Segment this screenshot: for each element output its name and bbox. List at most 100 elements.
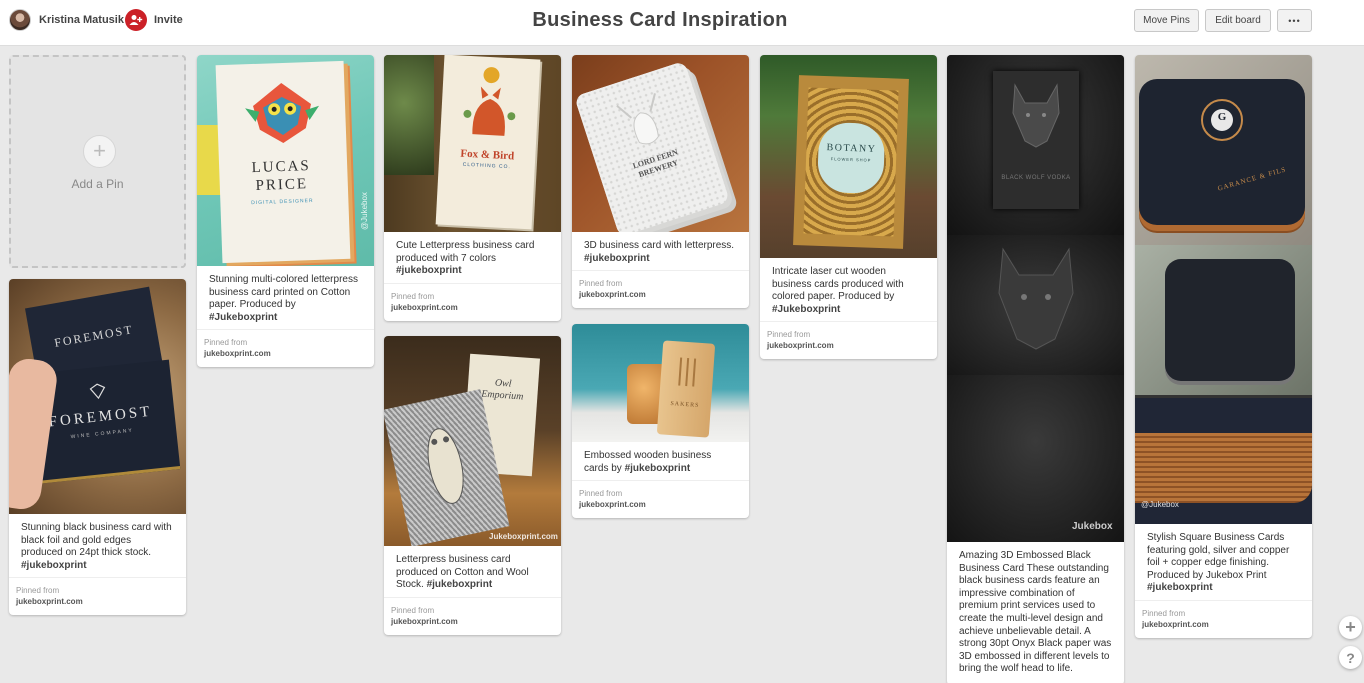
edit-board-button[interactable]: Edit board	[1205, 9, 1271, 32]
pin-description-text: Stylish Square Business Cards featuring …	[1147, 532, 1290, 581]
fox-illustration-icon	[463, 67, 516, 136]
pinned-from-label: Pinned from	[767, 330, 811, 340]
pin-description-text: Amazing 3D Embossed Black Business Card …	[959, 550, 1112, 675]
business-card: Fox & Bird CLOTHING CO.	[435, 55, 541, 230]
help-icon: ?	[1346, 649, 1355, 666]
card-text: PRICE	[255, 176, 309, 194]
invite-button[interactable]: Invite	[125, 9, 183, 31]
pin-description: Stunning multi-colored letterpress busin…	[197, 266, 374, 329]
board-header: Kristina Matusik Invite Business Card In…	[0, 0, 1364, 46]
pin-hashtag[interactable]: #jukeboxprint	[396, 265, 462, 276]
business-card: SAKERS	[656, 340, 716, 438]
pin-card[interactable]: BOTANY FLOWER SHOP Intricate laser cut w…	[760, 55, 937, 360]
pin-source-domain[interactable]: jukeboxprint.com	[579, 289, 742, 300]
pin-source[interactable]: Pinned from jukeboxprint.com	[760, 321, 937, 359]
pin-source-domain[interactable]: jukeboxprint.com	[767, 340, 930, 351]
pin-image[interactable]: Fox & Bird CLOTHING CO.	[384, 55, 561, 232]
pin-image[interactable]: SAKERS	[572, 324, 749, 442]
business-card: BLACK WOLF VODKA	[993, 71, 1079, 209]
pin-description: Letterpress business card produced on Co…	[384, 546, 561, 597]
owl-illustration-icon	[245, 83, 320, 143]
pin-image[interactable]: LORD FERN BREWERY	[572, 55, 749, 232]
invite-label: Invite	[154, 14, 183, 26]
pin-description-text: 3D business card with letterpress.	[584, 240, 735, 251]
pin-source[interactable]: Pinned from jukeboxprint.com	[384, 282, 561, 321]
pinned-from-label: Pinned from	[391, 605, 435, 615]
pin-source[interactable]: Pinned from jukeboxprint.com	[9, 577, 186, 615]
pinned-from-label: Pinned from	[391, 291, 435, 301]
card-text: BLACK WOLF VODKA	[1001, 175, 1071, 181]
pin-card[interactable]: Owl Emporium Jukeboxprint.com Letterpres…	[384, 336, 561, 635]
watermark: @Jukebox	[1141, 500, 1179, 509]
pin-card[interactable]: BLACK WOLF VODKA Jukebox Amazing 3D Embo…	[947, 55, 1124, 683]
pin-source[interactable]: Pinned from jukeboxprint.com	[572, 270, 749, 308]
pin-description-text: Cute Letterpress business card produced …	[396, 240, 535, 264]
business-card: LUCAS PRICE DIGITAL DESIGNER	[215, 60, 351, 264]
add-pin-tile[interactable]: + Add a Pin	[9, 55, 186, 268]
add-pin-icon[interactable]: +	[83, 135, 116, 168]
pin-image[interactable]: G GARANCE & FILS @Jukebox	[1135, 55, 1312, 524]
watermark: @Jukebox	[360, 192, 369, 230]
wolf-head-icon	[1012, 83, 1060, 148]
pin-card[interactable]: LORD FERN BREWERY 3D business card with …	[572, 55, 749, 309]
help-button[interactable]: ?	[1339, 646, 1362, 669]
pin-description: 3D business card with letterpress. #juke…	[572, 232, 749, 270]
pin-image[interactable]: BLACK WOLF VODKA Jukebox	[947, 55, 1124, 542]
pin-hashtag[interactable]: #jukeboxprint	[584, 253, 650, 264]
pin-source[interactable]: Pinned from jukeboxprint.com	[384, 596, 561, 635]
pin-description: Intricate laser cut wooden business card…	[760, 258, 937, 321]
watermark: Jukebox	[1072, 521, 1113, 532]
pin-card[interactable]: LUCAS PRICE DIGITAL DESIGNER @Jukebox St…	[197, 55, 374, 368]
pin-image[interactable]: LUCAS PRICE DIGITAL DESIGNER @Jukebox	[197, 55, 374, 266]
pinned-from-label: Pinned from	[1142, 608, 1186, 618]
card-text: G	[1217, 111, 1227, 123]
pin-hashtag[interactable]: #Jukeboxprint	[209, 312, 277, 323]
add-pin-fab[interactable]: +	[1339, 616, 1362, 639]
pin-hashtag[interactable]: #jukeboxprint	[427, 579, 493, 590]
pin-source[interactable]: Pinned from jukeboxprint.com	[197, 329, 374, 367]
pin-card[interactable]: FOREMOST FOREMOST WINE COMPANY Stunning …	[9, 279, 186, 616]
pin-source-domain[interactable]: jukeboxprint.com	[1142, 619, 1305, 630]
deer-head-icon	[616, 93, 659, 145]
add-pin-label[interactable]: Add a Pin	[11, 177, 184, 191]
pin-source-domain[interactable]: jukeboxprint.com	[579, 499, 742, 510]
card-text: SAKERS	[670, 400, 700, 409]
pin-hashtag[interactable]: #Jukeboxprint	[772, 304, 840, 315]
wolf-head-icon	[998, 247, 1074, 350]
pin-description: Cute Letterpress business card produced …	[384, 232, 561, 283]
pin-image[interactable]: BOTANY FLOWER SHOP	[760, 55, 937, 258]
pin-description-text: Stunning black business card with black …	[21, 522, 172, 559]
pin-card[interactable]: Fox & Bird CLOTHING CO. Cute Letterpress…	[384, 55, 561, 321]
card-text: FOREMOST	[53, 322, 135, 350]
business-card: G GARANCE & FILS	[1139, 79, 1305, 225]
pin-hashtag[interactable]: #jukeboxprint	[21, 560, 87, 571]
pin-source-domain[interactable]: jukeboxprint.com	[391, 302, 554, 313]
pin-source-domain[interactable]: jukeboxprint.com	[204, 348, 367, 359]
more-options-button[interactable]: •••	[1277, 9, 1312, 32]
move-pins-button[interactable]: Move Pins	[1134, 9, 1199, 32]
pin-description: Embossed wooden business cards by #jukeb…	[572, 442, 749, 480]
avatar[interactable]	[9, 9, 31, 31]
watermark: Jukeboxprint.com	[489, 532, 558, 541]
pin-source-domain[interactable]: jukeboxprint.com	[16, 596, 179, 607]
pin-image[interactable]: FOREMOST FOREMOST WINE COMPANY	[9, 279, 186, 514]
pin-hashtag[interactable]: #jukeboxprint	[1147, 582, 1213, 593]
pin-card[interactable]: SAKERS Embossed wooden business cards by…	[572, 324, 749, 519]
business-card: BOTANY FLOWER SHOP	[793, 75, 909, 249]
crest-icon	[89, 383, 106, 400]
pin-card[interactable]: G GARANCE & FILS @Jukebox Stylish Square…	[1135, 55, 1312, 638]
add-user-icon	[125, 9, 147, 31]
pin-description: Stunning black business card with black …	[9, 514, 186, 577]
user-profile-link[interactable]: Kristina Matusik	[9, 9, 124, 31]
pin-source[interactable]: Pinned from jukeboxprint.com	[572, 480, 749, 518]
user-name[interactable]: Kristina Matusik	[39, 14, 124, 26]
board-title: Business Card Inspiration	[532, 9, 788, 31]
pin-source[interactable]: Pinned from jukeboxprint.com	[1135, 599, 1312, 638]
card-text: DIGITAL DESIGNER	[251, 197, 314, 207]
plus-icon: +	[1345, 617, 1356, 637]
pin-description-text: Stunning multi-colored letterpress busin…	[209, 274, 358, 311]
business-card: LORD FERN BREWERY	[573, 60, 731, 232]
pin-image[interactable]: Owl Emporium Jukeboxprint.com	[384, 336, 561, 546]
pin-hashtag[interactable]: #jukeboxprint	[625, 463, 691, 474]
pin-source-domain[interactable]: jukeboxprint.com	[391, 616, 554, 627]
